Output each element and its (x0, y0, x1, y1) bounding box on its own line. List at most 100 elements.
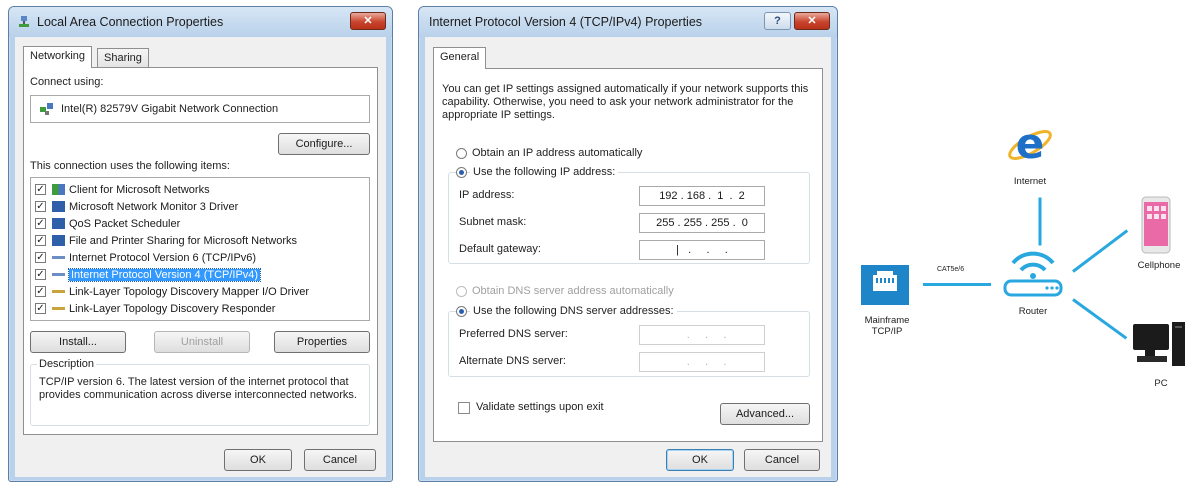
internet-label: Internet (1013, 176, 1047, 187)
list-item[interactable]: ✓ Client for Microsoft Networks (35, 181, 210, 198)
protocol-icon (52, 290, 65, 293)
list-item[interactable]: ✓ Link-Layer Topology Discovery Mapper I/… (35, 283, 309, 300)
network-icon (19, 16, 29, 27)
list-item[interactable]: ✓ Link-Layer Topology Discovery Responder (35, 300, 275, 317)
line-router-pc (1072, 298, 1128, 340)
cancel-button[interactable]: Cancel (304, 449, 376, 471)
ip-address-field[interactable]: 192 . 168 . 1 . 2 (639, 186, 765, 206)
general-panel: You can get IP settings assigned automat… (433, 68, 823, 442)
subnet-mask-label: Subnet mask: (459, 216, 527, 228)
internet-explorer-icon: e (1008, 120, 1052, 168)
close-button[interactable]: ✕ (350, 12, 386, 30)
dialog-title: Internet Protocol Version 4 (TCP/IPv4) P… (429, 15, 703, 29)
list-item[interactable]: ✓ Internet Protocol Version 4 (TCP/IPv4) (35, 266, 262, 283)
mainframe-label: Mainframe (864, 315, 910, 326)
preferred-dns-field[interactable]: . . . (639, 325, 765, 345)
protocol-icon (52, 307, 65, 310)
validate-label[interactable]: Validate settings upon exit (476, 401, 604, 413)
adapter-icon (40, 103, 53, 115)
checkbox[interactable]: ✓ (35, 184, 46, 195)
router-label: Router (1018, 306, 1048, 317)
ethernet-port-icon (861, 265, 909, 305)
tcpip-label: TCP/IP (871, 326, 903, 337)
obtain-ip-auto-radio[interactable] (456, 148, 467, 159)
intro-text: You can get IP settings assigned automat… (442, 83, 809, 121)
networking-panel: Connect using: Intel(R) 82579V Gigabit N… (23, 67, 378, 435)
line-router-cellphone (1072, 229, 1129, 273)
ip-address-group: Use the following IP address: IP address… (448, 166, 810, 264)
checkbox[interactable]: ✓ (35, 303, 46, 314)
checkbox[interactable]: ✓ (35, 269, 46, 280)
description-title: Description (37, 358, 97, 370)
pc-label: PC (1154, 378, 1168, 389)
items-list[interactable]: ✓ Client for Microsoft Networks ✓ Microsof… (30, 177, 370, 321)
svg-text:e: e (1016, 120, 1045, 168)
obtain-dns-auto-radio[interactable] (456, 286, 467, 297)
use-following-ip-radio[interactable] (456, 167, 467, 178)
adapter-box: Intel(R) 82579V Gigabit Network Connecti… (30, 95, 370, 123)
protocol-icon (52, 256, 65, 259)
dialog-client: Networking Sharing Connect using: Intel(… (15, 37, 386, 477)
properties-button[interactable]: Properties (274, 331, 370, 353)
default-gateway-field[interactable]: | . . . (639, 240, 765, 260)
ipv4-properties-dialog: Internet Protocol Version 4 (TCP/IPv4) P… (418, 6, 838, 482)
obtain-dns-auto-label[interactable]: Obtain DNS server address automatically (472, 285, 674, 297)
checkbox[interactable]: ✓ (35, 252, 46, 263)
router-icon (1003, 251, 1063, 297)
cellphone-icon (1141, 196, 1171, 254)
line-internet-router (1038, 197, 1042, 246)
validate-checkbox[interactable] (458, 402, 470, 414)
line-mainframe-router (923, 283, 991, 286)
ok-button[interactable]: OK (666, 449, 734, 471)
description-group: Description TCP/IP version 6. The latest… (30, 358, 370, 426)
preferred-dns-label: Preferred DNS server: (459, 328, 568, 340)
list-item[interactable]: ✓ QoS Packet Scheduler (35, 215, 180, 232)
driver-icon (52, 235, 65, 246)
list-item[interactable]: ✓ Internet Protocol Version 6 (TCP/IPv6) (35, 249, 256, 266)
alternate-dns-field[interactable]: . . . (639, 352, 765, 372)
configure-button[interactable]: Configure... (278, 133, 370, 155)
connect-using-label: Connect using: (30, 76, 104, 88)
dns-group: Use the following DNS server addresses: … (448, 305, 810, 377)
obtain-ip-auto-label[interactable]: Obtain an IP address automatically (472, 147, 642, 159)
tab-sharing[interactable]: Sharing (97, 48, 149, 68)
tab-networking[interactable]: Networking (23, 46, 93, 68)
checkbox[interactable]: ✓ (35, 218, 46, 229)
subnet-mask-field[interactable]: 255 . 255 . 255 . 0 (639, 213, 765, 233)
client-icon (52, 184, 65, 195)
use-following-dns-label[interactable]: Use the following DNS server addresses: (470, 305, 677, 317)
list-item[interactable]: ✓ Microsoft Network Monitor 3 Driver (35, 198, 238, 215)
items-label: This connection uses the following items… (30, 160, 230, 172)
use-following-dns-radio[interactable] (456, 306, 467, 317)
uninstall-button[interactable]: Uninstall (154, 331, 250, 353)
dialog-client: General You can get IP settings assigned… (425, 37, 831, 477)
network-diagram: Mainframe TCP/IP CAT5e/6 e Internet Rout… (855, 120, 1189, 420)
cable-label: CAT5e/6 (937, 266, 965, 273)
help-button[interactable]: ? (764, 12, 791, 30)
checkbox[interactable]: ✓ (35, 201, 46, 212)
checkbox[interactable]: ✓ (35, 286, 46, 297)
advanced-button[interactable]: Advanced... (720, 403, 810, 425)
install-button[interactable]: Install... (30, 331, 126, 353)
cellphone-label: Cellphone (1137, 260, 1181, 271)
cancel-button[interactable]: Cancel (744, 449, 820, 471)
close-button[interactable]: ✕ (794, 12, 830, 30)
local-area-connection-dialog: Local Area Connection Properties ✕ Netwo… (8, 6, 393, 482)
tab-general[interactable]: General (433, 47, 487, 69)
description-text: TCP/IP version 6. The latest version of … (39, 376, 357, 401)
driver-icon (52, 218, 65, 229)
alternate-dns-label: Alternate DNS server: (459, 355, 566, 367)
title-bar[interactable]: Local Area Connection Properties ✕ (9, 7, 392, 37)
selected-item-label: Internet Protocol Version 4 (TCP/IPv4) (67, 267, 262, 282)
pc-icon (1133, 322, 1185, 366)
title-bar[interactable]: Internet Protocol Version 4 (TCP/IPv4) P… (419, 7, 837, 37)
list-item[interactable]: ✓ File and Printer Sharing for Microsoft … (35, 232, 297, 249)
ok-button[interactable]: OK (224, 449, 292, 471)
protocol-icon (52, 273, 65, 276)
adapter-name: Intel(R) 82579V Gigabit Network Connecti… (61, 103, 279, 115)
driver-icon (52, 201, 65, 212)
ip-address-label: IP address: (459, 189, 515, 201)
default-gateway-label: Default gateway: (459, 243, 541, 255)
checkbox[interactable]: ✓ (35, 235, 46, 246)
use-following-ip-label[interactable]: Use the following IP address: (470, 166, 619, 178)
